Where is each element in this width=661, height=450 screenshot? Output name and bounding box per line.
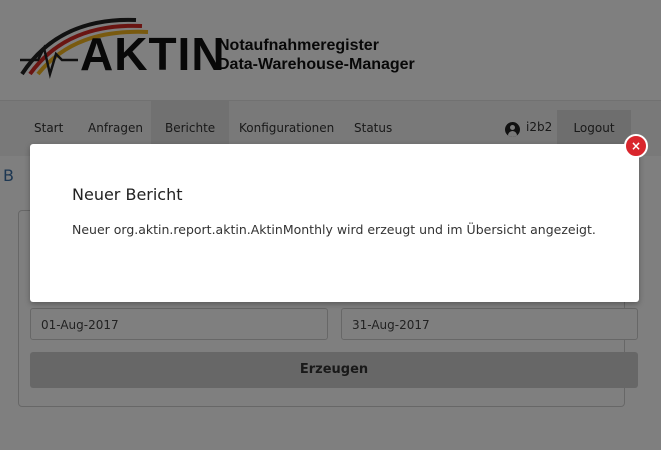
close-icon[interactable]: ×: [624, 134, 648, 158]
new-report-modal: Neuer Bericht Neuer org.aktin.report.akt…: [30, 144, 639, 302]
modal-message: Neuer org.aktin.report.aktin.AktinMonthl…: [72, 222, 596, 237]
modal-title: Neuer Bericht: [72, 185, 183, 204]
page: AKTIN Notaufnahmeregister Data-Warehouse…: [0, 0, 661, 450]
